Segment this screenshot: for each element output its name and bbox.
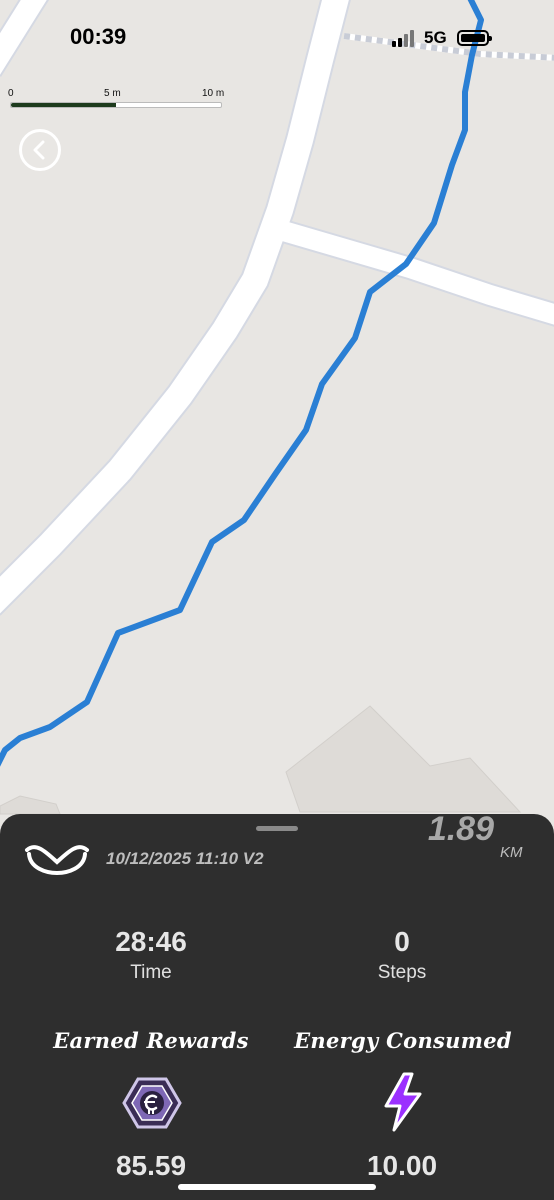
scale-label-10m: 10 m bbox=[202, 88, 225, 99]
activity-summary-panel[interactable]: 10/12/2025 11:10 V2 1.89 KM 28:46 Time 0… bbox=[0, 814, 554, 1200]
steps-value: 0 bbox=[394, 926, 410, 957]
status-time: 00:39 bbox=[70, 24, 127, 49]
time-label: Time bbox=[130, 962, 172, 983]
app-logo-icon bbox=[25, 845, 89, 876]
scale-label-0: 0 bbox=[8, 88, 14, 99]
reward-token-icon bbox=[122, 1077, 182, 1129]
lightning-bolt-icon bbox=[384, 1072, 422, 1132]
steps-label: Steps bbox=[377, 962, 427, 983]
network-type: 5G bbox=[424, 28, 447, 47]
battery-icon bbox=[456, 30, 492, 46]
time-value: 28:46 bbox=[115, 926, 187, 957]
rewards-value: 85.59 bbox=[115, 1150, 187, 1181]
signal-icon bbox=[392, 29, 414, 47]
energy-value: 10.00 bbox=[366, 1150, 438, 1181]
distance-value: 1.89 bbox=[427, 814, 494, 848]
energy-label: Energy Consumed bbox=[294, 1028, 512, 1053]
status-indicators: 5G bbox=[392, 26, 492, 50]
scale-label-5m: 5 m bbox=[104, 88, 121, 99]
sheet-grabber[interactable] bbox=[256, 826, 298, 831]
session-datetime: 10/12/2025 11:10 V2 bbox=[106, 849, 264, 868]
chevron-left-icon bbox=[33, 140, 45, 160]
home-indicator[interactable] bbox=[178, 1184, 376, 1190]
back-button[interactable] bbox=[19, 129, 61, 171]
scale-bar bbox=[10, 102, 222, 108]
distance-unit: KM bbox=[500, 844, 523, 861]
map-scale: 0 5 m 10 m bbox=[8, 88, 228, 108]
rewards-label: Earned Rewards bbox=[53, 1028, 249, 1053]
